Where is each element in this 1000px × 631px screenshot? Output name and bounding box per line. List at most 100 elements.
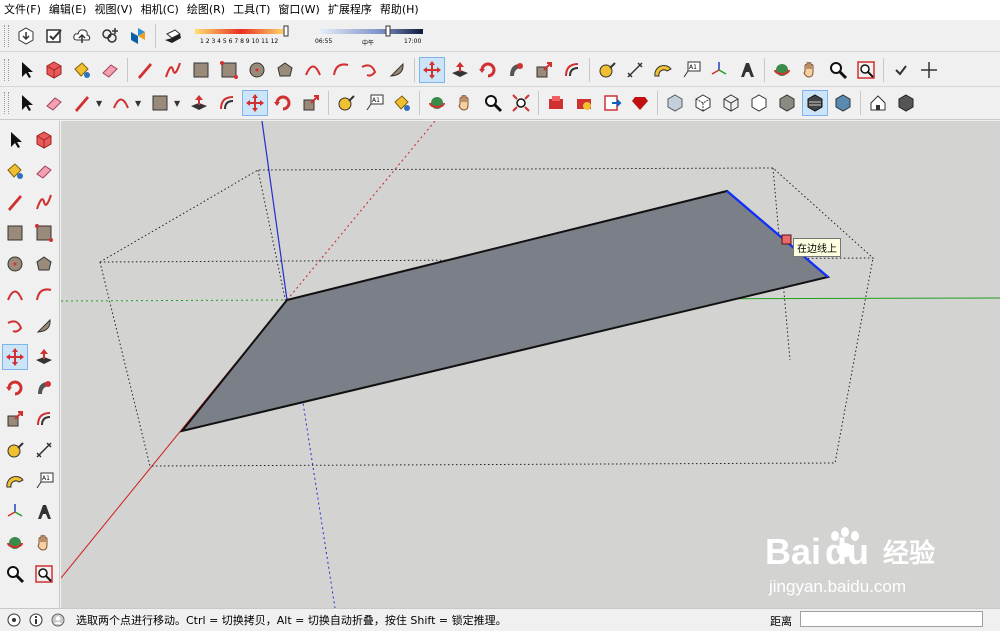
shape-dropdown-arrow[interactable]: ▼: [174, 99, 182, 108]
geo-location-icon[interactable]: [6, 612, 22, 628]
rectangle-button[interactable]: [188, 57, 214, 83]
toolbar-grip[interactable]: [4, 58, 9, 81]
text-button[interactable]: A1: [361, 90, 387, 116]
more-tools-button[interactable]: [916, 57, 942, 83]
iso-view-button[interactable]: [893, 90, 919, 116]
eraser-button[interactable]: [41, 90, 67, 116]
orbit-button[interactable]: [2, 530, 28, 556]
menu-view[interactable]: 视图(V): [90, 0, 136, 20]
offset-button[interactable]: [559, 57, 585, 83]
trimble-connect-button[interactable]: [125, 23, 151, 49]
3d-text-button[interactable]: [734, 57, 760, 83]
text-button[interactable]: A1: [678, 57, 704, 83]
menu-tools[interactable]: 工具(T): [229, 0, 274, 20]
component-button[interactable]: [31, 127, 57, 153]
line-tool-button[interactable]: [69, 90, 95, 116]
extension-manager-button[interactable]: [41, 23, 67, 49]
scale-button[interactable]: [298, 90, 324, 116]
offset-button[interactable]: [214, 90, 240, 116]
shaded-style-button[interactable]: [774, 90, 800, 116]
cloud-upload-button[interactable]: [69, 23, 95, 49]
orbit-button[interactable]: [424, 90, 450, 116]
tape-measure-button[interactable]: [333, 90, 359, 116]
rotate-button[interactable]: [475, 57, 501, 83]
xray-style-button[interactable]: [662, 90, 688, 116]
two-point-arc-button[interactable]: [328, 57, 354, 83]
freehand-button[interactable]: [31, 189, 57, 215]
rotate-button[interactable]: [2, 375, 28, 401]
zoom-extents-button[interactable]: [508, 90, 534, 116]
arc-button[interactable]: [300, 57, 326, 83]
paint-bucket-button[interactable]: [389, 90, 415, 116]
rotated-rectangle-button[interactable]: [216, 57, 242, 83]
shaded-textures-style-button[interactable]: [802, 90, 828, 116]
shadow-date-slider[interactable]: [193, 22, 301, 50]
zoom-window-button[interactable]: [853, 57, 879, 83]
pan-button[interactable]: [797, 57, 823, 83]
extension-warehouse-button[interactable]: [571, 90, 597, 116]
two-point-arc-button[interactable]: [31, 282, 57, 308]
dimension-button[interactable]: [31, 437, 57, 463]
send-to-layout-button[interactable]: [599, 90, 625, 116]
protractor-button[interactable]: [650, 57, 676, 83]
select-tool-button[interactable]: [2, 127, 28, 153]
select-tool-button[interactable]: [13, 90, 39, 116]
menu-camera[interactable]: 相机(C): [137, 0, 183, 20]
offset-button[interactable]: [31, 406, 57, 432]
three-point-arc-button[interactable]: [2, 313, 28, 339]
paint-bucket-button[interactable]: [2, 158, 28, 184]
follow-me-button[interactable]: [31, 375, 57, 401]
scale-button[interactable]: [531, 57, 557, 83]
rectangle-button[interactable]: [2, 220, 28, 246]
selected-face[interactable]: [179, 189, 831, 433]
menu-file[interactable]: 文件(F): [0, 0, 45, 20]
user-icon[interactable]: [50, 612, 66, 628]
check-button[interactable]: [888, 57, 914, 83]
backedges-style-button[interactable]: [690, 90, 716, 116]
three-point-arc-button[interactable]: [356, 57, 382, 83]
3d-text-button[interactable]: [31, 499, 57, 525]
freehand-button[interactable]: [160, 57, 186, 83]
rotate-button[interactable]: [270, 90, 296, 116]
orbit-button[interactable]: [769, 57, 795, 83]
axes-button[interactable]: [706, 57, 732, 83]
tape-measure-button[interactable]: [594, 57, 620, 83]
pie-button[interactable]: [31, 313, 57, 339]
zoom-window-button[interactable]: [31, 561, 57, 587]
eraser-button[interactable]: [31, 158, 57, 184]
select-tool-button[interactable]: [13, 57, 39, 83]
push-pull-button[interactable]: [186, 90, 212, 116]
zoom-button[interactable]: [825, 57, 851, 83]
pan-button[interactable]: [452, 90, 478, 116]
paint-bucket-button[interactable]: [69, 57, 95, 83]
toolbar-grip[interactable]: [4, 92, 9, 114]
zoom-button[interactable]: [2, 561, 28, 587]
modeling-viewport[interactable]: 在边线上 Bai du 经验 jingyan.baidu.com: [61, 121, 1000, 608]
wireframe-style-button[interactable]: [718, 90, 744, 116]
zoom-button[interactable]: [480, 90, 506, 116]
arc-button[interactable]: [108, 90, 134, 116]
menu-extensions[interactable]: 扩展程序: [324, 0, 376, 20]
move-tool-button[interactable]: [242, 90, 268, 116]
menu-draw[interactable]: 绘图(R): [183, 0, 229, 20]
polygon-button[interactable]: [31, 251, 57, 277]
line-tool-button[interactable]: [2, 189, 28, 215]
polygon-button[interactable]: [272, 57, 298, 83]
menu-window[interactable]: 窗口(W): [274, 0, 323, 20]
hidden-line-style-button[interactable]: [746, 90, 772, 116]
eraser-button[interactable]: [97, 57, 123, 83]
component-button[interactable]: [41, 57, 67, 83]
push-pull-button[interactable]: [447, 57, 473, 83]
house-view-button[interactable]: [865, 90, 891, 116]
rotated-rectangle-button[interactable]: [31, 220, 57, 246]
protractor-button[interactable]: [2, 468, 28, 494]
ruby-console-button[interactable]: [627, 90, 653, 116]
text-button[interactable]: A1: [31, 468, 57, 494]
axes-button[interactable]: [2, 499, 28, 525]
scale-button[interactable]: [2, 406, 28, 432]
push-pull-button[interactable]: [31, 344, 57, 370]
follow-me-button[interactable]: [503, 57, 529, 83]
circle-button[interactable]: [244, 57, 270, 83]
circle-button[interactable]: [2, 251, 28, 277]
move-tool-button[interactable]: [419, 56, 445, 83]
